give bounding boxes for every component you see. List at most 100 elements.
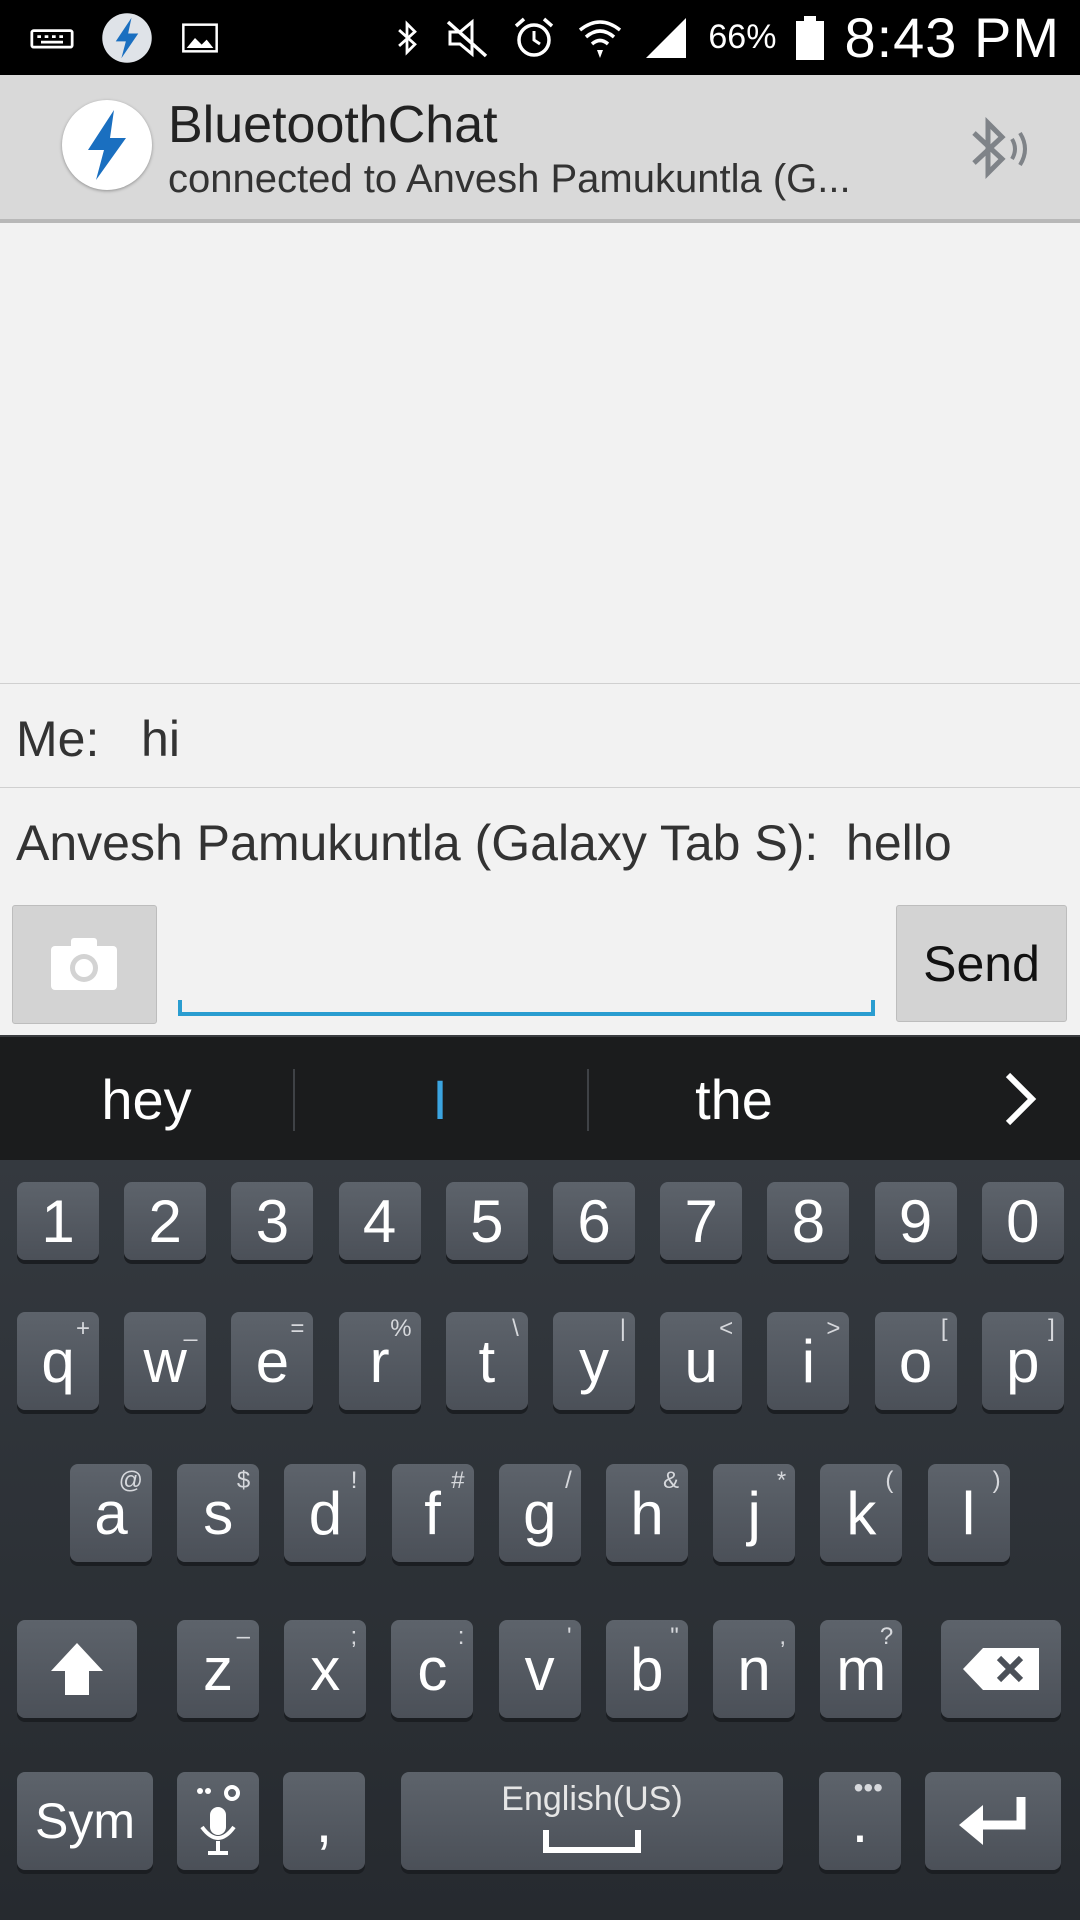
space-key[interactable]: English(US) (401, 1772, 783, 1870)
key-label: 8 (791, 1187, 826, 1255)
letter-key[interactable]: l) (927, 1464, 1010, 1562)
camera-icon (51, 938, 117, 990)
app-logo-icon[interactable] (62, 100, 152, 190)
suggestion-item[interactable]: hey (0, 1037, 293, 1162)
key-label: 1 (41, 1187, 75, 1255)
letter-key[interactable]: d! (284, 1464, 367, 1562)
key-alt-label: : (457, 1623, 465, 1650)
key-label: p (1006, 1327, 1040, 1395)
letter-key[interactable]: u < (660, 1312, 743, 1410)
key-alt-label: / (565, 1467, 572, 1494)
number-key[interactable]: 2 (124, 1182, 207, 1260)
key-label: z (203, 1635, 233, 1703)
number-key[interactable]: 5 (445, 1182, 528, 1260)
status-bar: 66% 8:43 PM (0, 0, 1080, 75)
key-alt-label: $ (236, 1467, 251, 1494)
key-label: w (143, 1327, 187, 1395)
letter-key[interactable]: c: (391, 1620, 474, 1718)
app-notification-icon (102, 12, 152, 63)
key-label: h (630, 1479, 664, 1547)
shift-icon (51, 1643, 103, 1695)
list-item: Me: hi (0, 683, 1080, 788)
key-label: l (961, 1479, 976, 1547)
camera-button[interactable] (12, 905, 157, 1024)
chevron-right-icon[interactable] (990, 1067, 1050, 1131)
letter-key[interactable]: h & (606, 1464, 688, 1562)
key-label: f (424, 1479, 441, 1547)
key-alt-label: [ (940, 1315, 948, 1342)
letter-key[interactable]: b " (605, 1620, 688, 1718)
shift-key[interactable] (17, 1620, 137, 1718)
key-label: r (369, 1327, 390, 1395)
suggestion-item[interactable]: the (589, 1037, 879, 1162)
key-alt-label: ] (1048, 1315, 1055, 1342)
keyboard: 1 2 3 4 5 6 7 8 9 0 q + w _ e = r% t \ y | u < i > o[p] a @ s $ d! f # g /… (0, 1160, 1080, 1920)
letter-key[interactable]: m? (820, 1620, 903, 1718)
letter-key[interactable]: e = (231, 1312, 314, 1410)
letter-key[interactable]: z – (177, 1620, 259, 1718)
letter-key[interactable]: g / (498, 1464, 581, 1562)
letter-key[interactable]: s $ (177, 1464, 260, 1562)
number-key[interactable]: 3 (231, 1182, 314, 1260)
key-label: c (417, 1635, 448, 1703)
number-key[interactable]: 6 (553, 1182, 635, 1260)
voice-input-key[interactable] (177, 1772, 259, 1870)
key-alt-label: @ (118, 1467, 143, 1494)
key-alt-label: ! (350, 1467, 358, 1494)
send-button[interactable]: Send (896, 905, 1067, 1022)
key-label: 4 (362, 1187, 397, 1255)
letter-key[interactable]: k( (820, 1464, 903, 1562)
comma-label: , (315, 1787, 333, 1855)
key-alt-label: _ (183, 1315, 198, 1342)
key-alt-label: " (670, 1623, 679, 1650)
key-alt-label: # (451, 1467, 465, 1494)
key-label: 9 (898, 1187, 933, 1255)
enter-key[interactable] (925, 1772, 1061, 1870)
alarm-icon (515, 17, 554, 57)
period-key[interactable]: ••• . (819, 1772, 901, 1870)
app-title: BluetoothChat (168, 96, 498, 154)
key-label: v (524, 1635, 555, 1703)
key-alt-label: \ (512, 1315, 519, 1342)
letter-key[interactable]: i > (767, 1312, 850, 1410)
letter-key[interactable]: j * (713, 1464, 796, 1562)
key-label: o (898, 1327, 933, 1395)
number-key[interactable]: 8 (767, 1182, 850, 1260)
key-label: k (846, 1479, 877, 1547)
more-symbols-icon: ••• (853, 1772, 883, 1803)
key-alt-label: ( (885, 1467, 894, 1494)
letter-key[interactable]: o[ (874, 1312, 957, 1410)
suggestion-item-highlighted[interactable]: I (295, 1037, 585, 1162)
letter-key[interactable]: n, (713, 1620, 795, 1718)
image-icon (182, 22, 218, 53)
key-label: g (523, 1479, 557, 1547)
backspace-key[interactable] (941, 1620, 1061, 1718)
bluetooth-icon (398, 19, 418, 56)
number-key[interactable]: 1 (17, 1182, 99, 1260)
number-key[interactable]: 4 (338, 1182, 421, 1260)
number-key[interactable]: 9 (874, 1182, 957, 1260)
key-label: t (478, 1327, 496, 1395)
letter-key[interactable]: t \ (445, 1312, 528, 1410)
key-alt-label: – (236, 1623, 250, 1650)
bluetooth-discoverable-icon[interactable] (960, 109, 1040, 189)
number-key[interactable]: 0 (981, 1182, 1064, 1260)
letter-key[interactable]: y | (553, 1312, 635, 1410)
clock: 8:43 PM (844, 6, 1060, 69)
key-label: 2 (148, 1187, 182, 1255)
number-key[interactable]: 7 (660, 1182, 743, 1260)
letter-key[interactable]: a @ (70, 1464, 152, 1562)
conversation-list[interactable]: Me: hi Anvesh Pamukuntla (Galaxy Tab S):… (0, 223, 1080, 889)
connection-status: connected to Anvesh Pamukuntla (G... (168, 157, 851, 201)
letter-key[interactable]: w _ (124, 1312, 207, 1410)
comma-key[interactable]: , (283, 1772, 365, 1870)
key-label: 5 (470, 1187, 504, 1255)
letter-key[interactable]: p] (981, 1312, 1064, 1410)
key-alt-label: < (719, 1315, 734, 1342)
sym-key[interactable]: Sym (17, 1772, 153, 1870)
letter-key[interactable]: q + (17, 1312, 99, 1410)
letter-key[interactable]: r% (338, 1312, 421, 1410)
letter-key[interactable]: x; (284, 1620, 367, 1718)
letter-key[interactable]: v ' (498, 1620, 581, 1718)
letter-key[interactable]: f # (391, 1464, 474, 1562)
